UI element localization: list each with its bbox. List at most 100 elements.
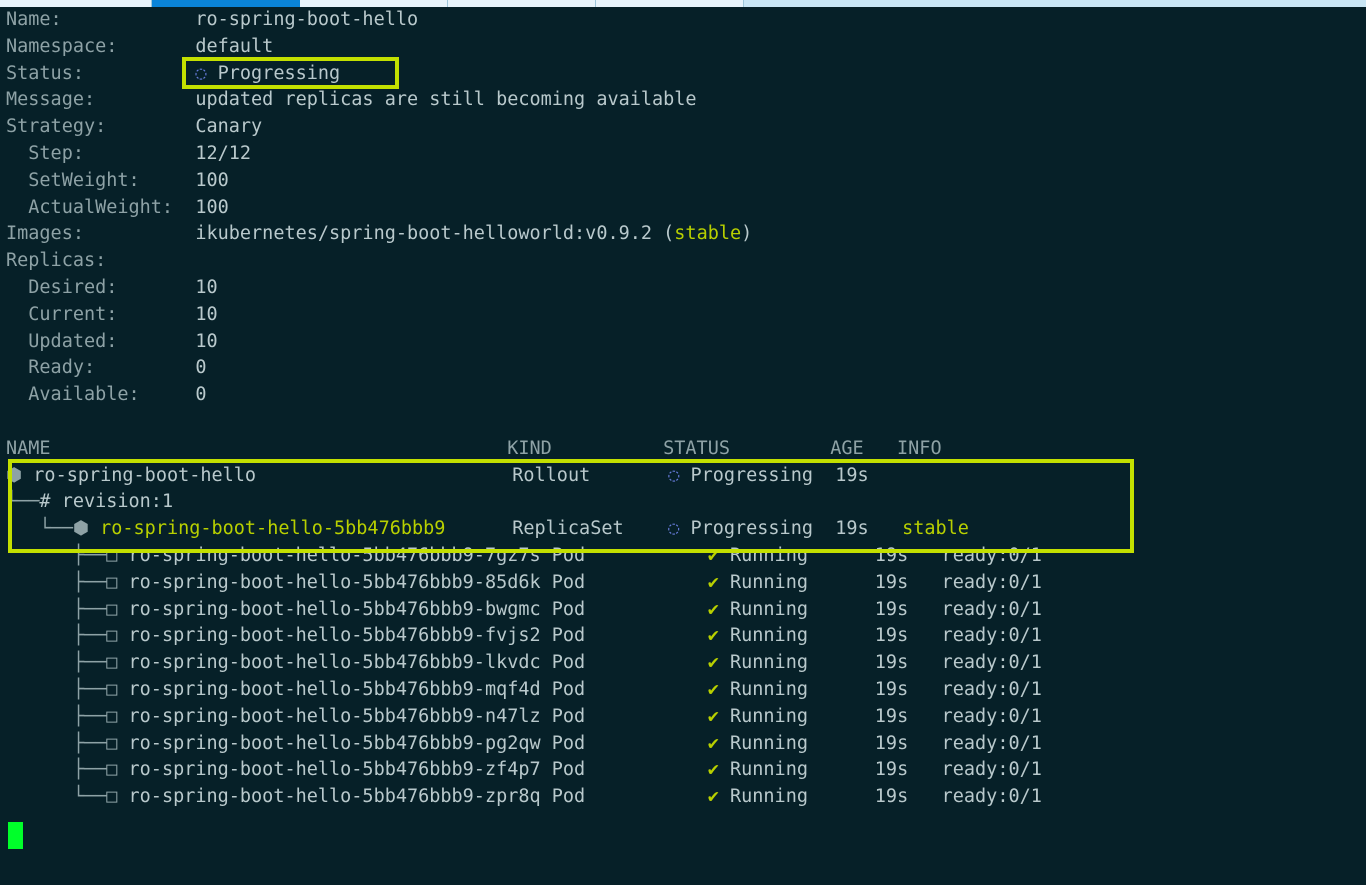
resource-age: 19s [874, 678, 942, 700]
detail-row: Namespace: default [0, 34, 1366, 61]
detail-row: Strategy: Canary [0, 114, 1366, 141]
name-pad [541, 733, 552, 754]
resource-age: 19s [874, 625, 942, 647]
pod-glyph-icon: □ [106, 625, 129, 647]
detail-row: Status: ◌ Progressing [0, 61, 1366, 88]
pod-glyph-icon: □ [106, 786, 129, 808]
running-check-icon: ✔ [707, 705, 730, 727]
tree-connector: ├── [6, 571, 107, 593]
detail-label: Available: [6, 384, 196, 406]
resource-kind: Pod [551, 652, 708, 674]
resource-kind: Pod [551, 598, 708, 620]
resource-status: Running [730, 678, 875, 700]
tree-connector: ├── [6, 678, 107, 700]
detail-value: default [195, 35, 274, 57]
detail-row: Replicas: [0, 248, 1366, 275]
pod-glyph-icon: □ [106, 678, 129, 700]
table-row: ├──□ ro-spring-boot-hello-5bb476bbb9-n47… [0, 704, 1366, 731]
detail-value: 10 [195, 330, 218, 352]
tree-connector: ├── [6, 732, 107, 754]
table-row: └──⬢ ro-spring-boot-hello-5bb476bbb9 Rep… [0, 516, 1366, 543]
resource-name: ro-spring-boot-hello-5bb476bbb9-lkvdc [128, 652, 541, 674]
name-pad [541, 572, 552, 593]
detail-label: ActualWeight: [6, 196, 196, 218]
resource-status: Progressing [690, 518, 836, 540]
tree-connector: ├── [6, 598, 107, 620]
resource-name: ro-spring-boot-hello-5bb476bbb9-pg2qw [128, 732, 541, 754]
detail-label: Message: [6, 89, 196, 111]
resource-kind: Pod [551, 705, 708, 727]
detail-row: Message: updated replicas are still beco… [0, 87, 1366, 114]
resource-kind [507, 491, 663, 512]
browser-tab-3[interactable] [300, 0, 448, 7]
running-check-icon: ✔ [707, 625, 730, 647]
resource-name: ro-spring-boot-hello-5bb476bbb9-zf4p7 [128, 759, 541, 781]
detail-label: Ready: [6, 357, 196, 379]
resource-age: 19s [874, 786, 942, 808]
pod-glyph-icon: □ [106, 705, 129, 727]
resource-info: ready:0/1 [941, 598, 1042, 620]
resource-age: 19s [874, 705, 942, 727]
name-pad [541, 625, 552, 646]
name-pad [541, 759, 552, 780]
resource-info: ready:0/1 [941, 678, 1042, 700]
resource-status: Running [730, 625, 875, 647]
progressing-circle-icon: ◌ [195, 62, 218, 84]
detail-label: Strategy: [6, 116, 196, 138]
pod-glyph-icon: □ [106, 598, 129, 620]
running-check-icon: ✔ [707, 759, 730, 781]
browser-tab-6[interactable] [744, 0, 1366, 7]
detail-label: SetWeight: [6, 169, 196, 191]
detail-row: ActualWeight: 100 [0, 195, 1366, 222]
resource-kind: Pod [551, 786, 708, 808]
name-pad [173, 491, 507, 512]
detail-value-paren: ) [741, 223, 753, 245]
browser-tab-5[interactable] [596, 0, 744, 7]
detail-row: Ready: 0 [0, 355, 1366, 382]
detail-value: 10 [195, 276, 218, 298]
resource-status: Running [730, 598, 875, 620]
tree-connector: └── [6, 786, 107, 808]
tree-connector: ├── [6, 544, 107, 566]
detail-label: Replicas: [6, 250, 196, 272]
resource-name: ro-spring-boot-hello-5bb476bbb9-bwgmc [128, 598, 541, 620]
name-pad [541, 786, 552, 807]
resource-kind: Pod [551, 571, 708, 593]
name-pad [541, 679, 552, 700]
tree-connector: └── [6, 518, 73, 540]
browser-tab-strip[interactable] [0, 0, 1366, 7]
table-row: └──□ ro-spring-boot-hello-5bb476bbb9-zpr… [0, 784, 1366, 811]
resource-name: ro-spring-boot-hello-5bb476bbb9-n47lz [128, 705, 541, 727]
resource-info: ready:0/1 [941, 732, 1042, 754]
resource-name: ro-spring-boot-hello-5bb476bbb9 [100, 518, 446, 540]
resource-status-empty [663, 491, 830, 512]
detail-label: Status: [6, 62, 196, 84]
pod-glyph-icon: □ [106, 652, 129, 674]
terminal-output[interactable]: Name: ro-spring-boot-hello Namespace: def… [0, 7, 1366, 885]
progressing-circle-icon: ◌ [668, 518, 691, 540]
output-blank-gap [0, 409, 1366, 436]
browser-tab-2[interactable] [152, 0, 300, 7]
detail-row: Desired: 10 [0, 275, 1366, 302]
resource-age: 19s [874, 732, 942, 754]
detail-value: Canary [195, 116, 263, 138]
resource-kind: Pod [551, 544, 708, 566]
pod-glyph-icon: □ [106, 571, 129, 593]
browser-tab-4[interactable] [448, 0, 596, 7]
name-pad [541, 706, 552, 727]
resource-status: Running [730, 732, 875, 754]
browser-tab-1[interactable] [0, 0, 152, 7]
resource-name: ro-spring-boot-hello-5bb476bbb9-fvjs2 [128, 625, 541, 647]
image-tag-stable: stable [674, 223, 742, 245]
resource-status: Running [730, 759, 875, 781]
detail-value: 100 [195, 196, 229, 218]
resource-age: 19s [874, 759, 942, 781]
table-row: ├──□ ro-spring-boot-hello-5bb476bbb9-lkv… [0, 650, 1366, 677]
running-check-icon: ✔ [707, 786, 730, 808]
tree-connector: └── [6, 491, 40, 513]
resource-age: 19s [835, 464, 903, 486]
tree-connector: ├── [6, 759, 107, 781]
tree-connector: ├── [6, 625, 107, 647]
table-header-labels: NAME KIND STATUS AGE INFO [6, 437, 942, 459]
table-header-row: NAME KIND STATUS AGE INFO [0, 436, 1366, 463]
